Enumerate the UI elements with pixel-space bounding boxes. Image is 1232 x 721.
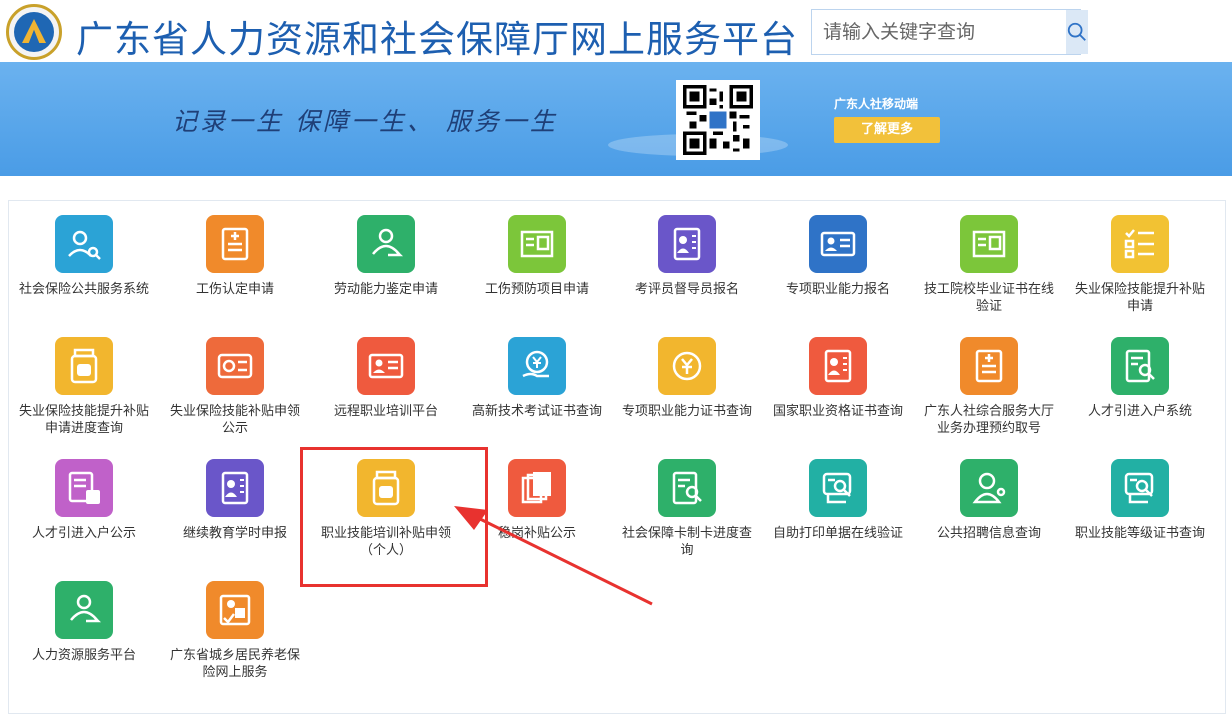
certificate-icon <box>960 215 1018 273</box>
service-tile[interactable]: 考评员督导员报名 <box>612 201 762 321</box>
page-title: 广东省人力资源和社会保障厅网上服务平台 <box>76 18 798 61</box>
file-dollar-icon <box>55 459 113 517</box>
file-search-icon <box>1111 337 1169 395</box>
badge-person-icon <box>658 215 716 273</box>
service-tile[interactable]: 劳动能力鉴定申请 <box>311 201 461 321</box>
service-tile[interactable]: 工伤认定申请 <box>160 201 310 321</box>
service-tile[interactable]: 继续教育学时申报 <box>160 445 310 565</box>
service-label: 技工院校毕业证书在线验证 <box>923 282 1054 314</box>
service-tile[interactable]: 社会保险公共服务系统 <box>9 201 159 321</box>
service-label: 劳动能力鉴定申请 <box>333 282 438 297</box>
service-label: 继续教育学时申报 <box>182 526 287 541</box>
yuan-hand-icon <box>508 337 566 395</box>
social-card-icon <box>206 337 264 395</box>
pill-bottle-icon <box>55 337 113 395</box>
service-label: 专项职业能力证书查询 <box>621 404 752 419</box>
print-verify-icon <box>1111 459 1169 517</box>
qr-code <box>676 80 760 160</box>
service-label: 考评员督导员报名 <box>634 282 739 297</box>
service-tile[interactable]: 公共招聘信息查询 <box>914 445 1064 565</box>
service-label: 职业技能等级证书查询 <box>1074 526 1205 541</box>
elder-care-icon <box>206 581 264 639</box>
service-label: 广东省城乡居民养老保险网上服务 <box>169 648 300 680</box>
service-label: 高新技术考试证书查询 <box>471 404 602 419</box>
service-label: 工伤预防项目申请 <box>484 282 589 297</box>
service-label: 失业保险技能补贴申领公示 <box>169 404 300 436</box>
user-transfer-icon <box>357 215 415 273</box>
search-button[interactable] <box>1066 10 1088 54</box>
logo[interactable] <box>6 4 62 60</box>
id-card-icon <box>809 215 867 273</box>
doctor-icon <box>960 459 1018 517</box>
service-tile[interactable]: 技工院校毕业证书在线验证 <box>914 201 1064 321</box>
service-tile[interactable]: 广东省城乡居民养老保险网上服务 <box>160 567 310 687</box>
service-grid: 社会保险公共服务系统 工伤认定申请 劳动能力鉴定申请 工伤预防项目申请 考评员督导员报名… <box>8 200 1226 714</box>
user-transfer-icon <box>55 581 113 639</box>
service-label: 国家职业资格证书查询 <box>772 404 903 419</box>
service-label: 广东人社综合服务大厅业务办理预约取号 <box>923 404 1054 436</box>
service-label: 人才引进入户系统 <box>1087 404 1192 419</box>
checklist-icon <box>1111 215 1169 273</box>
document-plus-icon <box>960 337 1018 395</box>
service-label: 自助打印单据在线验证 <box>772 526 903 541</box>
service-tile[interactable]: 失业保险技能提升补贴申请进度查询 <box>9 323 159 443</box>
banner-slogan: 记录一生 保障一生、 服务一生 <box>172 107 558 136</box>
service-tile[interactable]: 国家职业资格证书查询 <box>763 323 913 443</box>
service-label: 失业保险技能提升补贴申请进度查询 <box>18 404 149 436</box>
service-tile[interactable]: 广东人社综合服务大厅业务办理预约取号 <box>914 323 1064 443</box>
print-verify-icon <box>809 459 867 517</box>
document-plus-icon <box>206 215 264 273</box>
mobile-app-label: 广东人社移动端 <box>834 97 919 111</box>
service-tile[interactable]: 远程职业培训平台 <box>311 323 461 443</box>
search-icon <box>1067 22 1086 41</box>
banner: 记录一生 保障一生、 服务一生 广东人社移动端 了解更多 <box>0 62 1232 176</box>
service-tile[interactable]: 失业保险技能补贴申领公示 <box>160 323 310 443</box>
badge-person-icon <box>809 337 867 395</box>
arrow-annotation <box>454 506 653 606</box>
service-label: 专项职业能力报名 <box>785 282 890 297</box>
user-search-icon <box>55 215 113 273</box>
service-tile[interactable]: 专项职业能力证书查询 <box>612 323 762 443</box>
header: 广东省人力资源和社会保障厅网上服务平台 <box>0 0 1232 62</box>
service-tile[interactable]: 职业技能等级证书查询 <box>1065 445 1215 565</box>
service-label: 工伤认定申请 <box>195 282 274 297</box>
service-label: 人力资源服务平台 <box>31 648 136 663</box>
certificate-icon <box>508 215 566 273</box>
service-tile[interactable]: 工伤预防项目申请 <box>462 201 612 321</box>
service-label: 社会保险公共服务系统 <box>18 282 149 297</box>
service-label: 公共招聘信息查询 <box>936 526 1041 541</box>
yuan-circle-icon <box>658 337 716 395</box>
learn-more-button[interactable]: 了解更多 <box>834 117 940 143</box>
search-input[interactable] <box>812 10 1066 54</box>
service-tile[interactable]: 自助打印单据在线验证 <box>763 445 913 565</box>
service-label: 远程职业培训平台 <box>333 404 438 419</box>
id-card-icon <box>357 337 415 395</box>
service-label: 失业保险技能提升补贴申请 <box>1074 282 1205 314</box>
service-tile[interactable]: 专项职业能力报名 <box>763 201 913 321</box>
badge-person-icon <box>206 459 264 517</box>
service-tile[interactable]: 失业保险技能提升补贴申请 <box>1065 201 1215 321</box>
service-tile[interactable]: 人才引进入户系统 <box>1065 323 1215 443</box>
service-tile[interactable]: 人力资源服务平台 <box>9 567 159 687</box>
service-tile[interactable]: 高新技术考试证书查询 <box>462 323 612 443</box>
search-box <box>811 9 1088 55</box>
service-label: 人才引进入户公示 <box>31 526 136 541</box>
service-tile[interactable]: 人才引进入户公示 <box>9 445 159 565</box>
